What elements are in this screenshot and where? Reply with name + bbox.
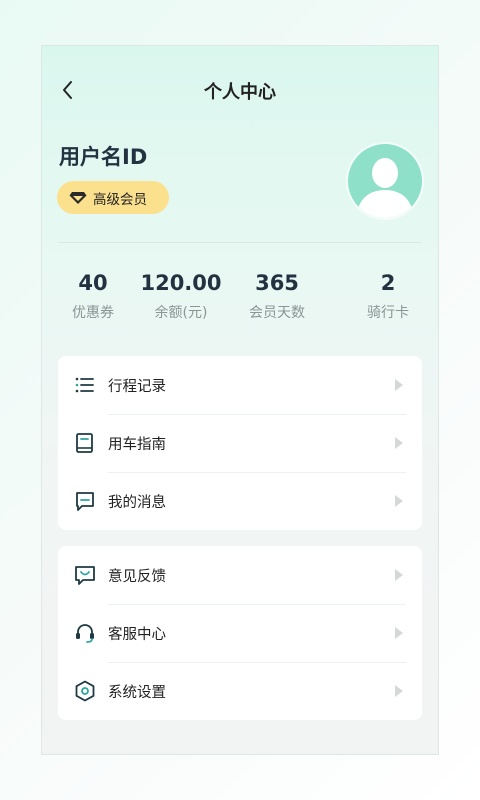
- stats-row: 40 优惠券 120.00 余额(元) 365 会员天数 2 骑行卡: [42, 268, 438, 330]
- feedback-icon: [75, 566, 95, 585]
- member-badge-label: 高级会员: [93, 191, 147, 208]
- menu-item-label: 行程记录: [108, 379, 166, 395]
- menu-card-primary: 行程记录 用车指南 我的消息: [58, 356, 422, 530]
- stat-coupons[interactable]: 40 优惠券: [45, 268, 141, 322]
- chevron-right-icon: [395, 437, 403, 449]
- menu-card-secondary: 意见反馈 客服中心 系统设置: [58, 546, 422, 720]
- menu-item-feedback[interactable]: 意见反馈: [58, 546, 422, 604]
- diamond-icon: [69, 191, 87, 204]
- page-title: 个人中心: [204, 82, 276, 103]
- menu-item-label: 意见反馈: [108, 569, 166, 585]
- list-icon: [75, 377, 94, 393]
- menu-item-label: 系统设置: [108, 685, 166, 701]
- settings-icon: [75, 680, 95, 702]
- stat-value: 365: [255, 271, 299, 295]
- menu-item-system-settings[interactable]: 系统设置: [58, 662, 422, 720]
- stat-label: 会员天数: [249, 305, 305, 321]
- stat-label: 优惠券: [72, 305, 114, 321]
- message-icon: [76, 492, 94, 511]
- stat-value: 40: [78, 271, 108, 295]
- stat-label: 余额(元): [154, 305, 208, 321]
- chevron-right-icon: [395, 627, 403, 639]
- chevron-right-icon: [395, 379, 403, 391]
- chevron-right-icon: [395, 685, 403, 697]
- menu-item-label: 用车指南: [108, 437, 166, 453]
- profile-screen: 个人中心 用户名ID 高级会员 40 优惠券 120.00 余额(元) 365 …: [41, 45, 439, 755]
- chevron-right-icon: [395, 569, 403, 581]
- menu-item-trip-records[interactable]: 行程记录: [58, 356, 422, 414]
- member-badge[interactable]: 高级会员: [57, 181, 169, 214]
- user-silhouette-icon: [356, 158, 414, 218]
- stat-value: 120.00: [140, 271, 222, 295]
- stat-ride-cards[interactable]: 2 骑行卡: [340, 268, 436, 322]
- chevron-right-icon: [395, 495, 403, 507]
- stat-balance[interactable]: 120.00 余额(元): [133, 268, 229, 322]
- menu-item-usage-guide[interactable]: 用车指南: [58, 414, 422, 472]
- headset-icon: [76, 624, 94, 643]
- menu-item-my-messages[interactable]: 我的消息: [58, 472, 422, 530]
- stat-value: 2: [380, 271, 396, 295]
- header-divider: [58, 242, 422, 243]
- nav-bar: 个人中心: [42, 70, 438, 110]
- stat-label: 骑行卡: [367, 305, 409, 321]
- menu-item-customer-service[interactable]: 客服中心: [58, 604, 422, 662]
- menu-item-label: 客服中心: [108, 627, 166, 643]
- avatar[interactable]: [348, 144, 422, 218]
- stat-member-days[interactable]: 365 会员天数: [229, 268, 325, 322]
- username: 用户名ID: [59, 145, 148, 169]
- menu-item-label: 我的消息: [108, 495, 166, 511]
- book-icon: [76, 433, 93, 453]
